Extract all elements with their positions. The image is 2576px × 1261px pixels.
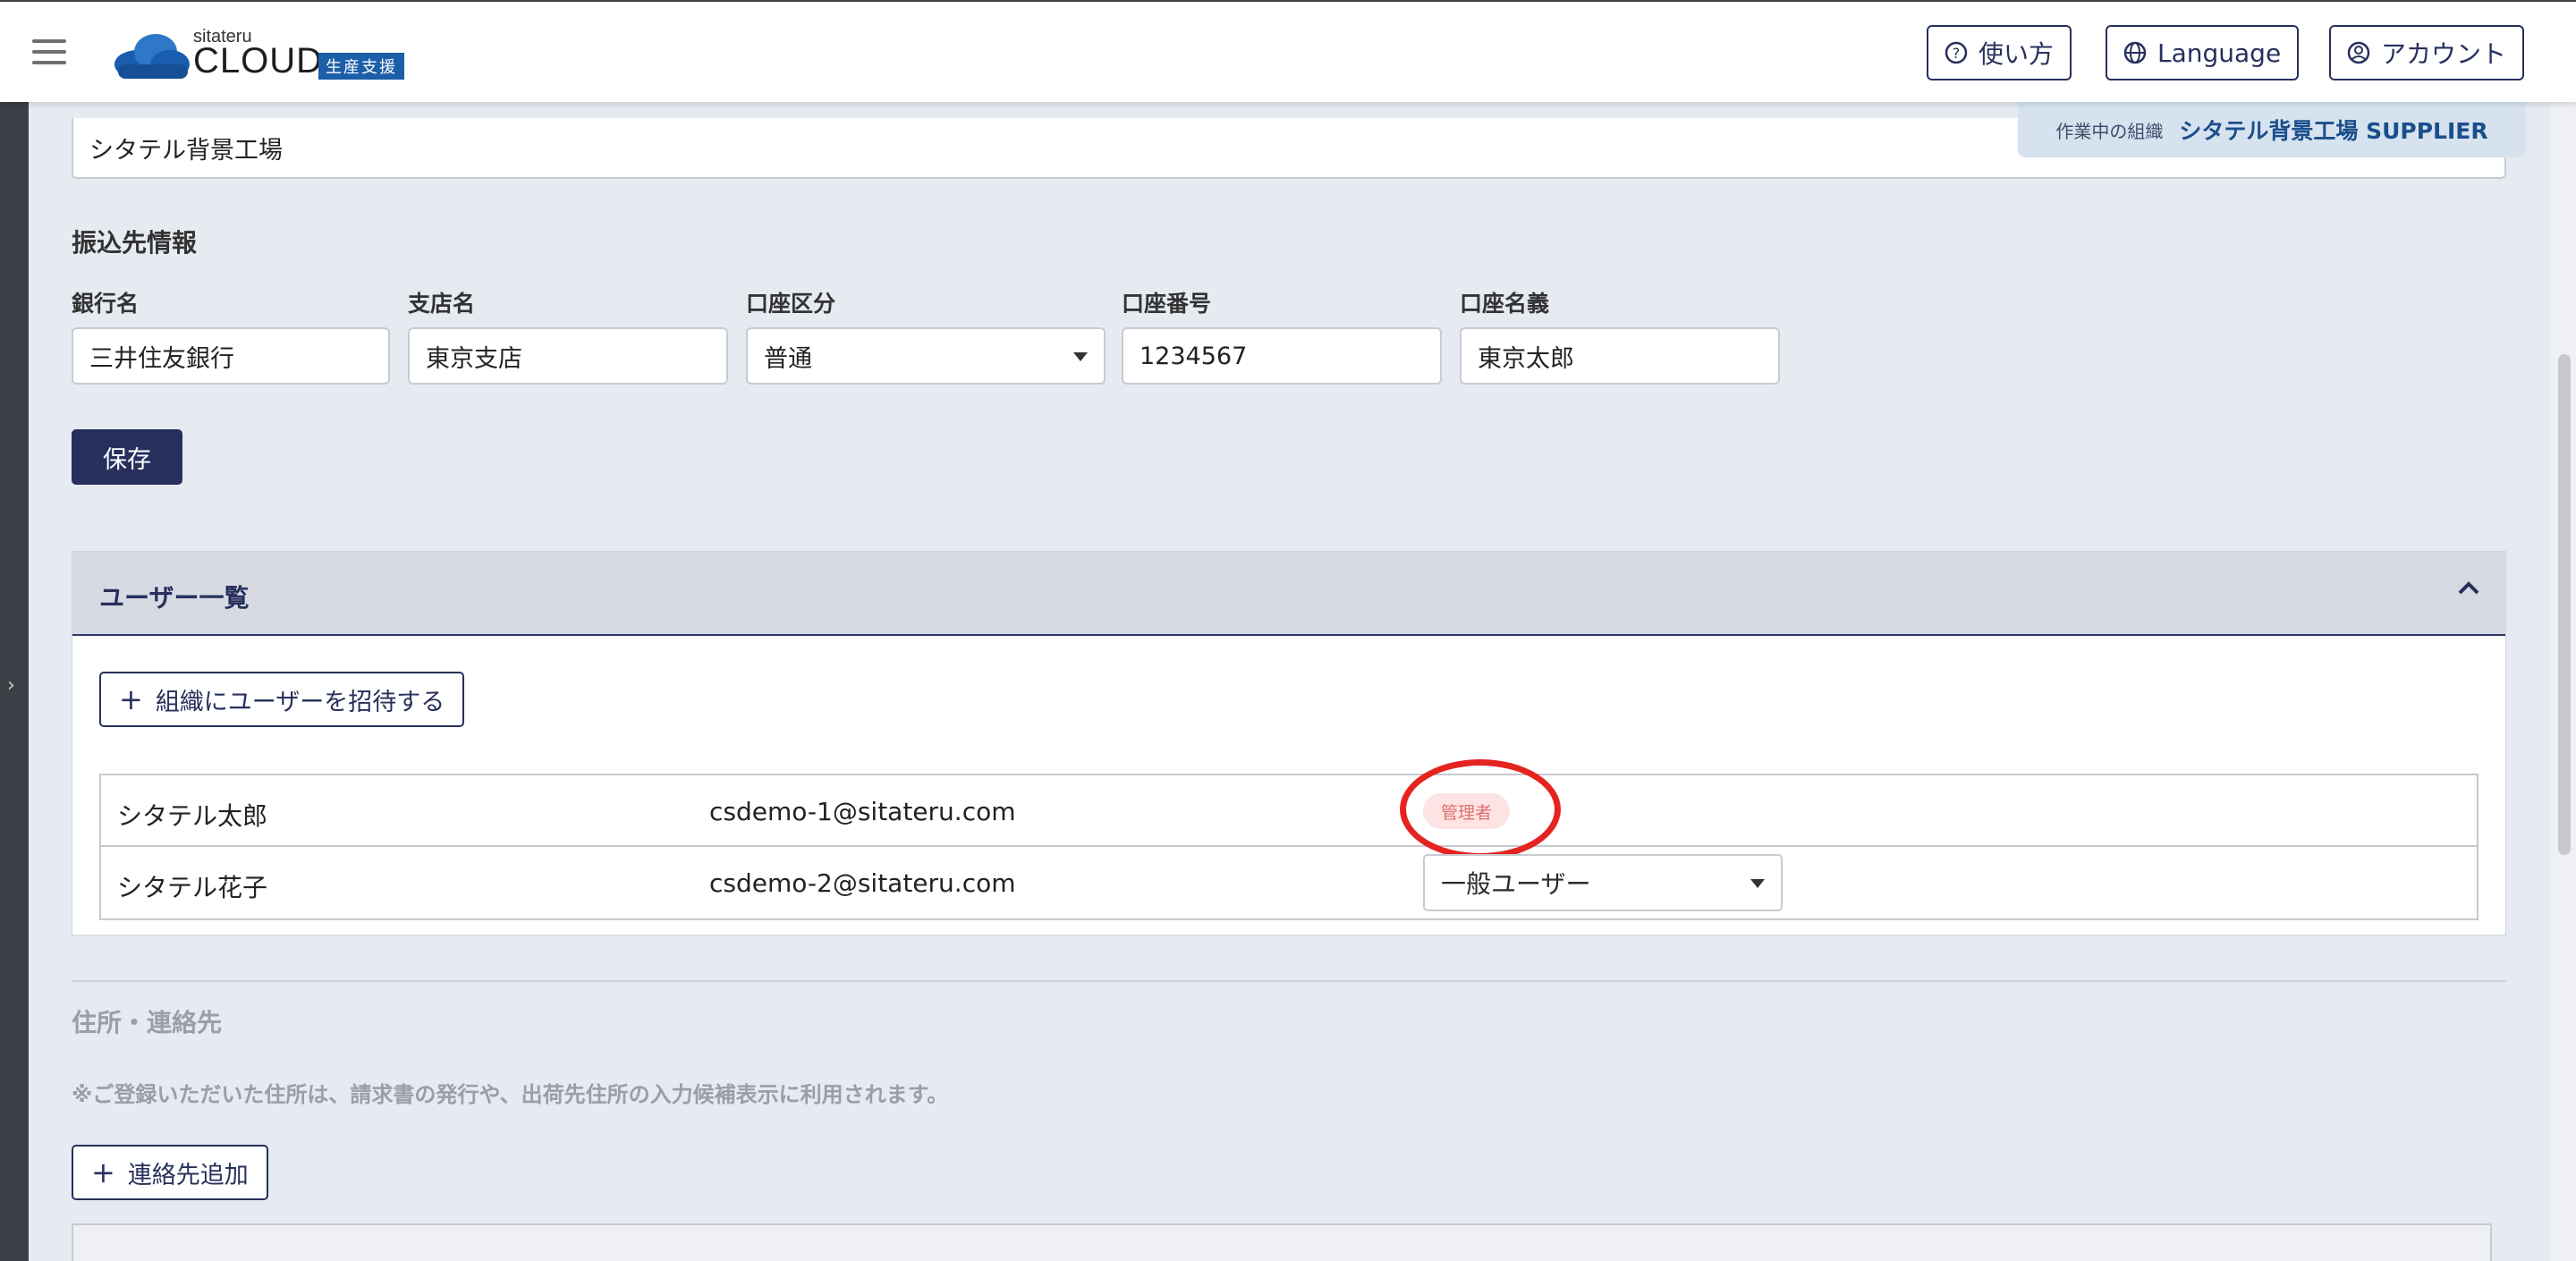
dropdown-caret-icon bbox=[1750, 879, 1765, 888]
branch-input[interactable]: 東京支店 bbox=[408, 327, 728, 385]
account-type-label: 口座区分 bbox=[746, 291, 836, 317]
section-divider bbox=[72, 980, 2506, 982]
invite-user-label: 組織にユーザーを招待する bbox=[155, 688, 445, 716]
table-row: シタテル花子 csdemo-2@sitateru.com 一般ユーザー bbox=[101, 847, 2477, 918]
account-holder-input[interactable]: 東京太郎 bbox=[1460, 327, 1780, 385]
user-list-title: ユーザー一覧 bbox=[99, 583, 250, 613]
role-select[interactable]: 一般ユーザー bbox=[1423, 854, 1783, 911]
plus-icon: + bbox=[119, 682, 143, 716]
account-number-value: 1234567 bbox=[1140, 342, 1248, 370]
logo-text: CLOUD bbox=[193, 41, 324, 80]
plus-icon: + bbox=[91, 1155, 115, 1189]
add-contact-label: 連絡先追加 bbox=[127, 1161, 249, 1189]
user-name: シタテル太郎 bbox=[117, 801, 268, 831]
collapsed-sidebar[interactable]: › bbox=[0, 102, 29, 1261]
account-holder-label: 口座名義 bbox=[1460, 291, 1550, 317]
hamburger-menu-icon[interactable] bbox=[32, 39, 66, 64]
add-contact-button[interactable]: + 連絡先追加 bbox=[72, 1145, 268, 1200]
user-list-panel: ユーザー一覧 + 組織にユーザーを招待する シタテル太郎 csdemo-1@si… bbox=[72, 551, 2506, 935]
svg-text:?: ? bbox=[1953, 45, 1961, 62]
user-email: csdemo-2@sitateru.com bbox=[709, 868, 1016, 898]
table-row: シタテル太郎 csdemo-1@sitateru.com 管理者 bbox=[101, 759, 2477, 859]
branch-value: 東京支店 bbox=[426, 344, 522, 373]
bank-name-label: 銀行名 bbox=[72, 291, 140, 317]
language-button[interactable]: Language bbox=[2106, 25, 2300, 80]
working-org-label: 作業中の組織 bbox=[2055, 120, 2164, 142]
chevron-up-icon[interactable] bbox=[2455, 575, 2482, 602]
account-label: アカウント bbox=[2381, 39, 2507, 69]
dropdown-caret-icon bbox=[1073, 352, 1088, 361]
chevron-right-icon[interactable]: › bbox=[7, 674, 15, 697]
account-type-value: 普通 bbox=[764, 344, 812, 373]
user-table: シタテル太郎 csdemo-1@sitateru.com 管理者 シタテル花子 … bbox=[99, 759, 2479, 920]
user-list-header[interactable]: ユーザー一覧 bbox=[72, 552, 2505, 636]
account-number-input[interactable]: 1234567 bbox=[1122, 327, 1442, 385]
cloud-logo-icon bbox=[114, 34, 190, 79]
contact-list-box bbox=[72, 1223, 2492, 1261]
question-circle-icon: ? bbox=[1945, 41, 1968, 64]
bank-name-input[interactable]: 三井住友銀行 bbox=[72, 327, 390, 385]
invite-user-button[interactable]: + 組織にユーザーを招待する bbox=[99, 672, 465, 727]
working-org-name: シタテル背景工場 SUPPLIER bbox=[2179, 118, 2488, 144]
role-select-value: 一般ユーザー bbox=[1441, 869, 1591, 899]
account-type-select[interactable]: 普通 bbox=[746, 327, 1106, 385]
highlight-circle bbox=[1400, 759, 1561, 859]
working-organization: 作業中の組織 シタテル背景工場 SUPPLIER bbox=[2018, 102, 2526, 157]
user-circle-icon bbox=[2347, 41, 2370, 64]
language-label: Language bbox=[2157, 38, 2282, 68]
save-button[interactable]: 保存 bbox=[72, 429, 182, 485]
scrollbar-track[interactable] bbox=[2551, 102, 2576, 1261]
help-label: 使い方 bbox=[1979, 39, 2055, 69]
logo-badge: 生産支援 bbox=[318, 53, 404, 80]
user-email: csdemo-1@sitateru.com bbox=[709, 797, 1016, 826]
address-section-title: 住所・連絡先 bbox=[72, 1008, 223, 1037]
account-holder-value: 東京太郎 bbox=[1478, 344, 1574, 373]
company-name-value: シタテル背景工場 bbox=[89, 136, 283, 165]
account-number-label: 口座番号 bbox=[1122, 291, 1212, 317]
scrollbar-thumb[interactable] bbox=[2558, 354, 2571, 855]
address-note: ※ご登録いただいた住所は、請求書の発行や、出荷先住所の入力候補表示に利用されます… bbox=[72, 1082, 949, 1107]
branch-label: 支店名 bbox=[408, 291, 476, 317]
user-name: シタテル花子 bbox=[117, 873, 268, 902]
account-button[interactable]: アカウント bbox=[2329, 25, 2525, 80]
sitateru-cloud-logo[interactable]: sitateru CLOUD 生産支援 bbox=[111, 23, 415, 86]
bank-section-title: 振込先情報 bbox=[72, 228, 198, 258]
globe-icon bbox=[2123, 41, 2147, 64]
help-button[interactable]: ? 使い方 bbox=[1927, 25, 2072, 80]
bank-name-value: 三井住友銀行 bbox=[89, 344, 234, 373]
top-bar: sitateru CLOUD 生産支援 ? 使い方 Language アカウント bbox=[0, 0, 2576, 102]
